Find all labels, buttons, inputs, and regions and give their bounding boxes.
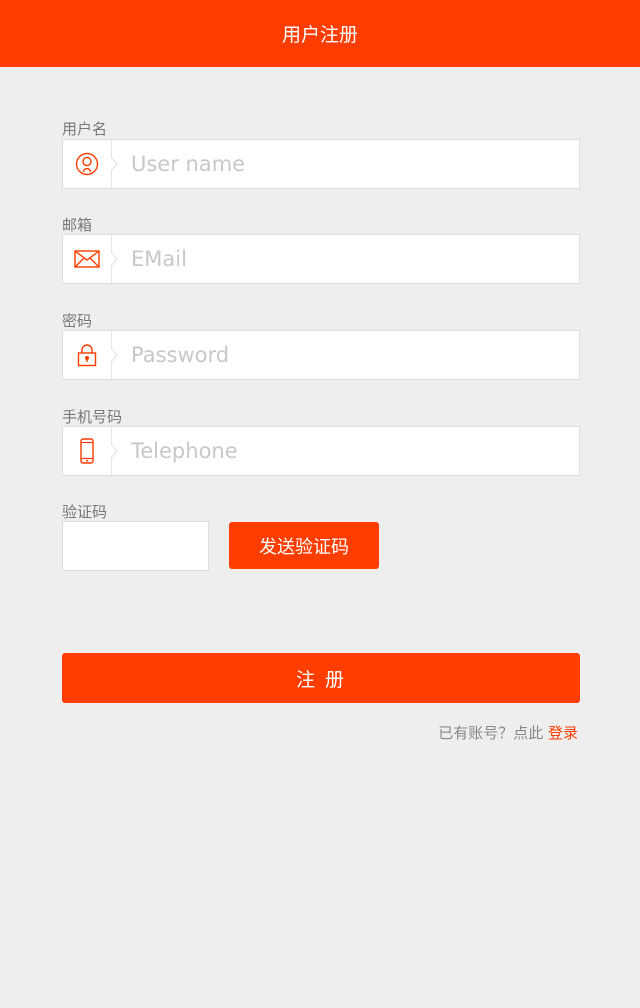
phone-input[interactable] (131, 427, 571, 475)
password-input[interactable] (131, 331, 571, 379)
phone-label: 手机号码 (62, 408, 123, 426)
username-field (62, 139, 580, 189)
email-input[interactable] (131, 235, 571, 283)
lock-icon (63, 331, 111, 379)
password-field (62, 330, 580, 380)
login-link[interactable]: 登录 (548, 724, 578, 742)
mail-icon (63, 235, 111, 283)
password-label: 密码 (62, 312, 93, 330)
phone-field (62, 426, 580, 476)
phone-icon (63, 427, 111, 475)
divider-arrow-icon (111, 348, 118, 362)
login-prompt-text: 已有账号？点此 (438, 724, 544, 742)
divider-arrow-icon (111, 252, 118, 266)
code-input[interactable] (62, 521, 209, 571)
login-prompt: 已有账号？点此 登录 (438, 722, 578, 743)
user-icon (63, 140, 111, 188)
username-label: 用户名 (62, 120, 108, 138)
register-button[interactable]: 注 册 (62, 653, 580, 703)
email-field (62, 234, 580, 284)
divider-arrow-icon (111, 444, 118, 458)
page-header: 用户注册 (0, 0, 640, 67)
email-label: 邮箱 (62, 216, 93, 234)
code-label: 验证码 (62, 503, 108, 521)
divider-arrow-icon (111, 157, 118, 171)
page-title: 用户注册 (281, 24, 358, 46)
username-input[interactable] (131, 140, 571, 188)
send-code-button[interactable]: 发送验证码 (229, 522, 379, 569)
